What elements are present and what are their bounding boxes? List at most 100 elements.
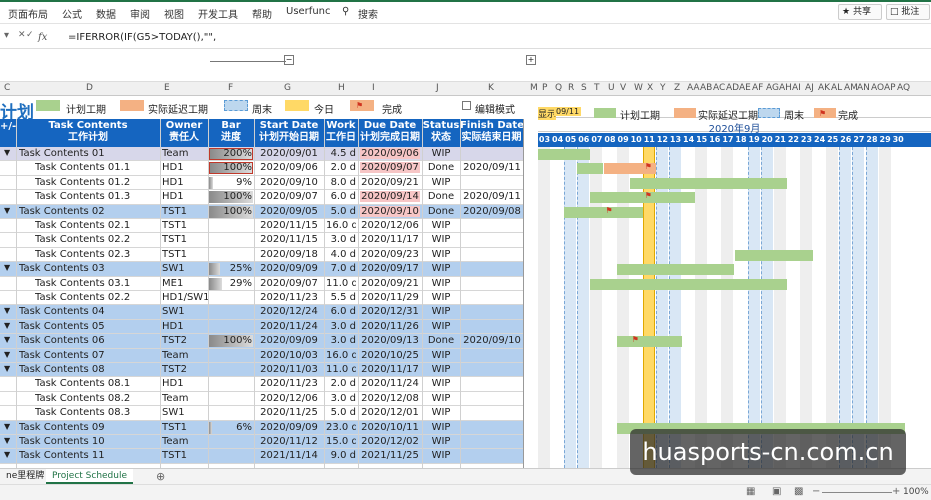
task-cell[interactable]: Task Contents 02.3 — [35, 249, 175, 260]
status-cell[interactable]: WIP — [424, 148, 458, 159]
due-date-cell[interactable]: 2020/09/14 — [360, 191, 420, 203]
column-header[interactable]: G — [284, 83, 291, 93]
owner-cell[interactable]: SW1 — [162, 263, 208, 274]
edit-mode-checkbox[interactable] — [462, 101, 471, 110]
zoom-level[interactable]: 100% — [903, 487, 929, 497]
column-header[interactable]: AO — [871, 83, 884, 93]
collapse-arrow-icon[interactable]: ▼ — [4, 206, 10, 215]
expand-group-button[interactable]: + — [526, 55, 536, 65]
work-days-cell[interactable]: 16.0 d — [326, 220, 356, 231]
start-date-cell[interactable]: 2021/11/14 — [256, 450, 322, 461]
table-row[interactable]: ▼ Task Contents 01 Team 200% 2020/09/01 4.5 d… — [0, 147, 523, 162]
table-row[interactable]: ▼ Task Contents 10 Team 2020/11/12 15.0 d 202… — [0, 435, 523, 450]
column-header[interactable]: AP — [884, 83, 896, 93]
start-date-cell[interactable]: 2020/09/01 — [256, 148, 322, 159]
menu-review[interactable]: 审阅 — [130, 6, 150, 21]
task-cell[interactable]: Task Contents 01.1 — [35, 162, 175, 173]
gantt-bar[interactable] — [538, 149, 591, 160]
work-days-cell[interactable]: 16.0 d — [326, 350, 356, 361]
task-cell[interactable]: Task Contents 01.2 — [35, 177, 175, 188]
due-date-cell[interactable]: 2020/11/24 — [360, 378, 420, 389]
share-button[interactable]: ★ 共享 — [838, 4, 882, 20]
sheet-tab-milestone[interactable]: ne里程牌 — [0, 469, 50, 484]
table-row[interactable]: Task Contents 08.1 HD1 2020/11/23 2.0 d 2020… — [0, 377, 523, 392]
status-cell[interactable]: Done — [424, 191, 458, 202]
progress-cell[interactable]: 6% — [210, 422, 252, 433]
due-date-cell[interactable]: 2021/11/25 — [360, 450, 420, 461]
progress-cell[interactable]: 29% — [210, 278, 252, 289]
owner-cell[interactable]: TST1 — [162, 422, 208, 433]
namebox-dropdown-icon[interactable]: ▾ — [4, 30, 9, 41]
table-row[interactable]: ▼ Task Contents 02 TST1 100% 2020/09/05 5.0 d… — [0, 204, 523, 219]
due-date-cell[interactable]: 2020/12/01 — [360, 407, 420, 418]
status-cell[interactable]: WIP — [424, 378, 458, 389]
start-date-cell[interactable]: 2020/09/09 — [256, 263, 322, 274]
owner-cell[interactable]: Team — [162, 393, 208, 404]
column-header[interactable]: M — [530, 83, 538, 93]
due-date-cell[interactable]: 2020/09/06 — [360, 148, 420, 159]
gantt-bar[interactable] — [590, 192, 696, 204]
status-cell[interactable]: WIP — [424, 321, 458, 332]
page-layout-icon[interactable]: ▣ — [772, 486, 781, 497]
work-days-cell[interactable]: 3.0 d — [326, 335, 356, 346]
status-cell[interactable]: WIP — [424, 220, 458, 231]
work-days-cell[interactable]: 5.0 d — [326, 407, 356, 418]
owner-cell[interactable]: HD1 — [162, 162, 208, 173]
work-days-cell[interactable]: 5.5 d — [326, 292, 356, 303]
progress-cell[interactable]: 25% — [210, 263, 252, 274]
work-days-cell[interactable]: 2.0 d — [326, 162, 356, 173]
status-cell[interactable]: Done — [424, 162, 458, 173]
status-cell[interactable]: WIP — [424, 292, 458, 303]
task-cell[interactable]: Task Contents 06 — [19, 335, 159, 346]
collapse-arrow-icon[interactable]: ▼ — [4, 364, 10, 373]
owner-cell[interactable]: ME1 — [162, 278, 208, 289]
due-date-cell[interactable]: 2020/09/17 — [360, 263, 420, 274]
due-date-cell[interactable]: 2020/12/31 — [360, 306, 420, 317]
owner-cell[interactable]: Team — [162, 350, 208, 361]
work-days-cell[interactable]: 6.0 d — [326, 191, 356, 202]
column-header[interactable]: I — [372, 83, 375, 93]
due-date-cell[interactable]: 2020/11/29 — [360, 292, 420, 303]
finish-date-cell[interactable]: 2020/09/11 — [462, 191, 522, 202]
column-header[interactable]: AA — [687, 83, 700, 93]
menu-view[interactable]: 视图 — [164, 6, 184, 21]
menu-developer[interactable]: 开发工具 — [198, 6, 238, 21]
task-cell[interactable]: Task Contents 02.1 — [35, 220, 175, 231]
owner-cell[interactable]: TST1 — [162, 220, 208, 231]
column-header[interactable]: Y — [660, 83, 666, 93]
due-date-cell[interactable]: 2020/09/13 — [360, 335, 420, 346]
start-date-cell[interactable]: 2020/09/05 — [256, 206, 322, 217]
owner-cell[interactable]: HD1 — [162, 321, 208, 332]
gantt-bar[interactable] — [564, 206, 643, 218]
column-header[interactable]: AF — [752, 83, 763, 93]
menu-help[interactable]: 帮助 — [252, 6, 272, 21]
task-cell[interactable]: Task Contents 09 — [19, 422, 159, 433]
fx-icon[interactable]: fx — [38, 32, 47, 43]
due-date-cell[interactable]: 2020/10/25 — [360, 350, 420, 361]
start-date-cell[interactable]: 2020/11/03 — [256, 364, 322, 375]
table-row[interactable]: ▼ Task Contents 07 Team 2020/10/03 16.0 d 202… — [0, 348, 523, 363]
column-header[interactable]: AN — [857, 83, 870, 93]
start-date-cell[interactable]: 2020/11/25 — [256, 407, 322, 418]
work-days-cell[interactable]: 4.0 d — [326, 249, 356, 260]
task-cell[interactable]: Task Contents 11 — [19, 450, 159, 461]
start-date-cell[interactable]: 2020/12/06 — [256, 393, 322, 404]
owner-cell[interactable]: TST1 — [162, 234, 208, 245]
task-cell[interactable]: Task Contents 08.1 — [35, 378, 175, 389]
work-days-cell[interactable]: 3.0 d — [326, 234, 356, 245]
task-cell[interactable]: Task Contents 07 — [19, 350, 159, 361]
column-header[interactable]: E — [164, 83, 170, 93]
status-cell[interactable]: WIP — [424, 450, 458, 461]
status-cell[interactable]: WIP — [424, 263, 458, 274]
table-row[interactable]: ▼ Task Contents 09 TST1 6% 2020/09/09 23.0 d 2… — [0, 420, 523, 435]
start-date-cell[interactable]: 2020/09/18 — [256, 249, 322, 260]
start-date-cell[interactable]: 2020/09/06 — [256, 162, 322, 173]
menu-userfunc[interactable]: Userfunc — [286, 6, 331, 17]
formula-input[interactable]: =IFERROR(IF(G5>TODAY(),"", — [68, 32, 216, 43]
column-header[interactable]: S — [581, 83, 587, 93]
due-date-cell[interactable]: 2020/09/21 — [360, 177, 420, 188]
column-header[interactable]: AB — [700, 83, 712, 93]
column-header[interactable]: R — [568, 83, 574, 93]
status-cell[interactable]: WIP — [424, 422, 458, 433]
status-cell[interactable]: WIP — [424, 407, 458, 418]
